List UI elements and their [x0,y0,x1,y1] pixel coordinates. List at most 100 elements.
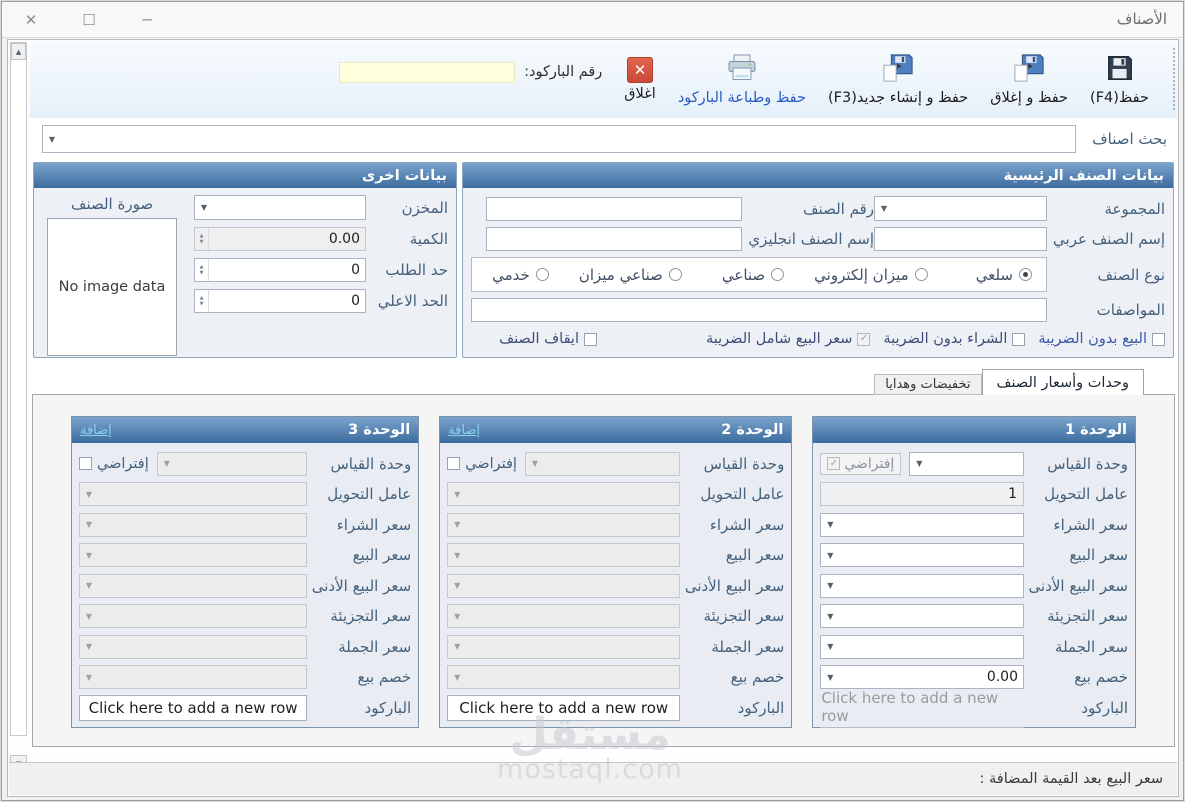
close-window-icon[interactable]: ✕ [2,11,60,29]
price-after-vat-label: سعر البيع بعد القيمة المضافة : [979,771,1163,787]
scroll-up-icon[interactable]: ▲ [11,43,26,60]
unit3-default-checkbox[interactable]: إفتراضي [79,456,149,472]
checkbox-stop-item[interactable]: ايقاف الصنف [499,331,597,347]
tab-units-prices[interactable]: وحدات وأسعار الصنف [981,369,1144,395]
floppy-disk-new-icon [881,53,915,87]
checkbox-icon [79,457,92,470]
checkbox-icon [827,457,841,470]
chevron-down-icon: ▼ [163,459,170,468]
unit1-barcode-add-row[interactable]: Click here to add a new row [820,687,1024,728]
save-close-button[interactable]: حفظ و إغلاق [990,53,1068,106]
checkbox-sell-no-tax[interactable]: البيع بدون الضريبة [1038,331,1165,347]
unit1-measure-combobox[interactable]: ▼ [909,451,1024,476]
item-name-ar-input[interactable] [874,227,1047,251]
item-type-label: نوع الصنف [1097,265,1165,284]
unit1-sell-price-combobox[interactable]: ▼ [820,543,1024,567]
tab-strip: وحدات وأسعار الصنف تخفيضات وهدايا [30,367,1144,395]
unit2-default-checkbox[interactable]: إفتراضي [447,456,517,472]
checkbox-price-includes-tax[interactable]: سعر البيع شامل الضريبة [706,331,871,347]
status-bar: سعر البيع بعد القيمة المضافة : [9,762,1177,795]
max-limit-label: الحد الاعلي [377,292,448,310]
chevron-down-icon[interactable]: ▼ [823,605,837,627]
radio-type-industrial-scale[interactable]: صناعي ميزان [579,266,682,284]
max-limit-stepper[interactable]: 0 ▲ ▼ [194,289,366,313]
unit2-buy-price-combobox: ▼ [447,512,681,537]
item-number-input[interactable] [486,196,742,221]
unit2-wholesale-price-combobox: ▼ [447,634,681,659]
top-panels: بيانات الصنف الرئيسية المجموعة ▼ رقم الص… [33,162,1174,358]
warehouse-combobox[interactable]: ▼ [194,195,366,220]
chevron-down-icon[interactable]: ▼ [912,453,926,475]
chevron-down-icon[interactable]: ▼ [823,636,837,658]
window-controls: ✕ ☐ ─ [2,2,176,37]
group-combobox[interactable]: ▼ [874,196,1047,221]
spinner-arrows-icon[interactable]: ▲ ▼ [195,290,209,312]
item-name-en-label: إسم الصنف انجليزي [748,230,874,248]
unit-2-panel: الوحدة 2 إضافة وحدة القياس ▼ إفتراضي عام… [439,416,793,728]
item-image-box[interactable]: No image data [47,218,177,356]
other-data-group: بيانات اخرى المخزن ▼ الكمية 0.00 ▲ ▼ حد … [33,162,457,358]
unit3-barcode-add-row[interactable]: Click here to add a new row [79,694,308,721]
save-button[interactable]: حفظ(F4) [1090,53,1149,106]
specs-input[interactable] [471,298,1047,322]
tab-discounts-gifts[interactable]: تخفيضات وهدايا [874,374,982,395]
item-name-ar-label: إسم الصنف عربي [1053,230,1165,248]
client-area: ▲ ▼ حفظ(F4) [7,39,1179,797]
unit2-barcode-add-row[interactable]: Click here to add a new row [447,694,681,721]
radio-icon [1019,268,1032,281]
chevron-down-icon[interactable]: ▼ [45,126,59,152]
unit2-sell-price-combobox: ▼ [447,543,681,567]
search-items-combobox[interactable]: ▼ [42,125,1077,153]
unit3-wholesale-price-combobox: ▼ [79,634,308,659]
unit-2-header: الوحدة 2 إضافة [440,417,792,443]
spinner-arrows-icon[interactable]: ▲ ▼ [195,259,209,281]
window-title: الأصناف [1116,10,1167,28]
radio-type-goods[interactable]: سلعي [976,266,1032,284]
minimize-window-icon[interactable]: ─ [118,11,176,29]
chevron-down-icon[interactable]: ▼ [823,514,837,536]
unit3-conversion-combobox: ▼ [79,482,308,506]
unit1-buy-price-combobox[interactable]: ▼ [820,512,1024,537]
printer-icon [726,53,758,87]
radio-icon [914,268,928,281]
close-x-icon: ✕ [627,56,654,83]
checkbox-buy-no-tax[interactable]: الشراء بدون الضريبة [883,331,1026,347]
vertical-scrollbar[interactable]: ▲ [10,42,27,736]
close-form-button[interactable]: ✕ اغلاق [624,56,656,102]
chevron-down-icon[interactable]: ▼ [823,666,837,688]
chevron-down-icon[interactable]: ▼ [877,197,891,220]
unit2-add-link[interactable]: إضافة [448,423,480,438]
unit1-default-checkbox[interactable]: إفتراضي [820,452,902,475]
item-image-label: صورة الصنف [70,195,154,213]
save-new-button[interactable]: حفظ و إنشاء جديد(F3) [828,53,968,106]
radio-type-service[interactable]: خدمي [492,266,549,284]
save-print-barcode-button[interactable]: حفظ وطباعة الباركود [678,53,806,106]
radio-icon [771,268,785,281]
unit1-discount-combobox[interactable]: 0.00 ▼ [820,665,1024,689]
chevron-down-icon[interactable]: ▼ [823,575,837,597]
radio-type-electronic-scale[interactable]: ميزان إلكتروني [814,266,928,284]
toolbar-grip[interactable] [1173,48,1175,110]
title-bar: الأصناف ✕ ☐ ─ [2,2,1183,38]
checkbox-icon [857,332,871,346]
quantity-label: الكمية [409,230,448,248]
unit3-add-link[interactable]: إضافة [80,423,112,438]
form-area: حفظ(F4) حفظ و إغلاق حفظ و إنشاء جديد(F3)… [30,41,1177,785]
specs-label: المواصفات [1096,301,1165,319]
chevron-down-icon[interactable]: ▼ [197,196,211,219]
item-name-en-input[interactable] [486,227,742,251]
unit2-measure-combobox: ▼ [524,451,681,476]
unit-1-panel: الوحدة 1 وحدة القياس ▼ إفتراضي ✓ عامل ال… [812,416,1136,728]
unit2-min-sell-price-combobox: ▼ [447,573,681,598]
maximize-window-icon[interactable]: ☐ [60,11,118,29]
unit1-wholesale-price-combobox[interactable]: ▼ [820,634,1024,659]
barcode-number-input[interactable] [339,61,516,83]
chevron-down-icon[interactable]: ▼ [823,544,837,566]
main-item-data-group: بيانات الصنف الرئيسية المجموعة ▼ رقم الص… [462,162,1174,358]
unit1-min-sell-price-combobox[interactable]: ▼ [820,573,1024,598]
unit1-retail-price-combobox[interactable]: ▼ [820,604,1024,628]
radio-type-industrial[interactable]: صناعي [722,266,785,284]
unit1-conversion-input: 1 [820,482,1024,506]
reorder-limit-stepper[interactable]: 0 ▲ ▼ [194,258,366,282]
unit-3-header: الوحدة 3 إضافة [72,417,419,443]
